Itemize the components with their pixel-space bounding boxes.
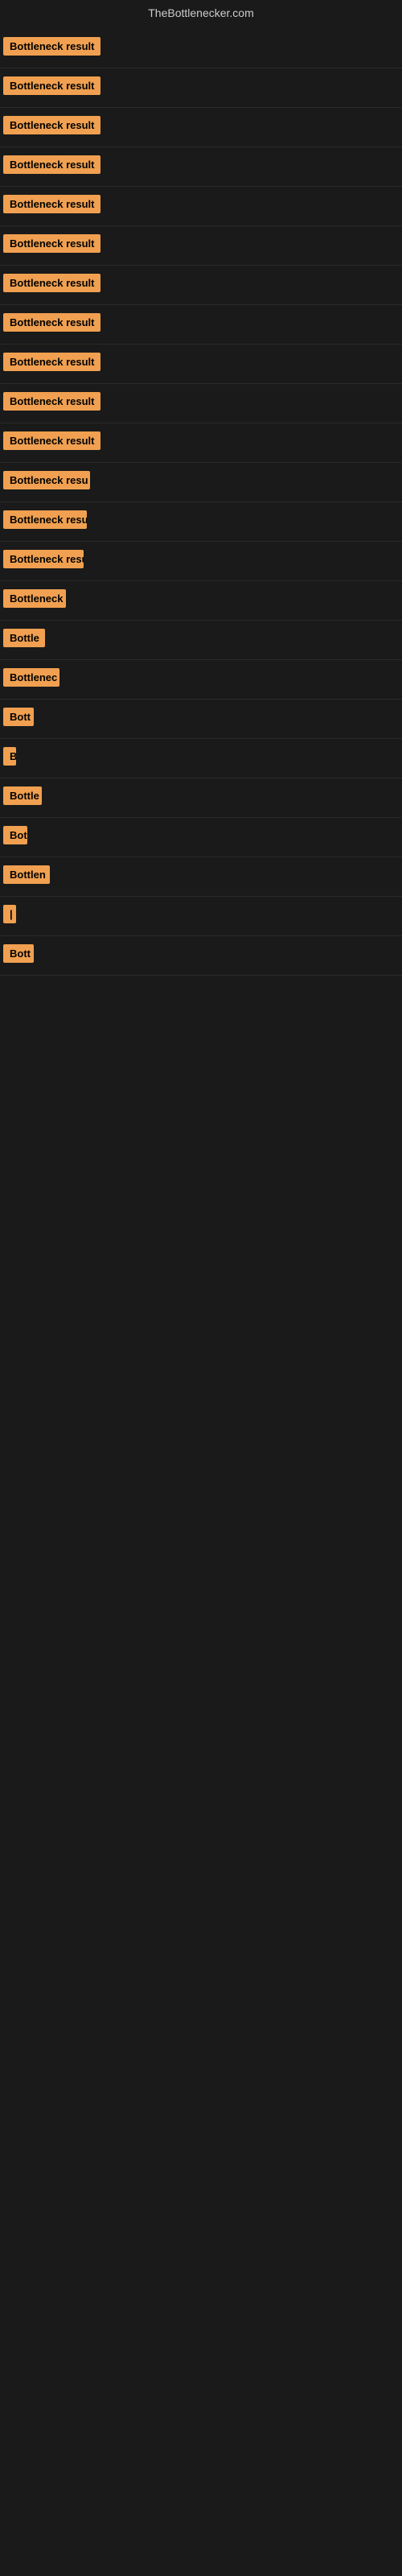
list-item: Bottleneck result [0,384,402,423]
bottleneck-result-label: B [3,747,16,766]
bottleneck-result-label: Bottlen [3,865,50,884]
site-title: TheBottlenecker.com [0,0,402,29]
bottleneck-result-label: Bottleneck result [3,76,100,95]
bottleneck-result-label: Bottlenec [3,668,59,687]
bottleneck-result-label: Bottleneck resu [3,550,84,568]
list-item: Bottlen [0,857,402,897]
bottleneck-result-label: Bottleneck resu [3,471,90,489]
list-item: Bot [0,818,402,857]
bottleneck-result-label: Bottleneck result [3,353,100,371]
bottleneck-result-label: Bottleneck result [3,195,100,213]
list-item: Bottlenec [0,660,402,700]
bottleneck-result-label: Bottleneck result [3,116,100,134]
bottleneck-result-label: Bottleneck result [3,274,100,292]
bottleneck-result-label: Bottleneck result [3,155,100,174]
list-item: Bottleneck resu [0,502,402,542]
bottleneck-result-label: Bottleneck result [3,234,100,253]
list-item: Bott [0,700,402,739]
list-item: Bottleneck result [0,187,402,226]
list-item: Bottleneck result [0,147,402,187]
bottleneck-result-label: Bottleneck resu [3,510,87,529]
bottleneck-result-label: Bottleneck result [3,313,100,332]
list-item: Bottleneck result [0,108,402,147]
bottleneck-result-label: Bottleneck result [3,37,100,56]
list-item: | [0,897,402,936]
bottleneck-result-label: Bottle [3,786,42,805]
list-item: Bottleneck result [0,29,402,68]
list-item: Bottle [0,778,402,818]
bottleneck-result-label: Bott [3,944,34,963]
list-item: Bottleneck resu [0,542,402,581]
bottleneck-result-label: Bot [3,826,27,844]
bottleneck-result-label: Bottle [3,629,45,647]
list-item: B [0,739,402,778]
bottleneck-result-label: Bottleneck [3,589,66,608]
list-item: Bottleneck [0,581,402,621]
bottleneck-result-label: Bott [3,708,34,726]
site-title-container: TheBottlenecker.com [0,0,402,29]
list-item: Bott [0,936,402,976]
bottleneck-result-label: | [3,905,16,923]
list-item: Bottleneck result [0,266,402,305]
list-item: Bottleneck resu [0,463,402,502]
list-item: Bottleneck result [0,305,402,345]
rows-container: Bottleneck result Bottleneck result Bottle… [0,29,402,976]
list-item: Bottle [0,621,402,660]
list-item: Bottleneck result [0,226,402,266]
list-item: Bottleneck result [0,68,402,108]
bottleneck-result-label: Bottleneck result [3,431,100,450]
list-item: Bottleneck result [0,345,402,384]
list-item: Bottleneck result [0,423,402,463]
bottleneck-result-label: Bottleneck result [3,392,100,411]
